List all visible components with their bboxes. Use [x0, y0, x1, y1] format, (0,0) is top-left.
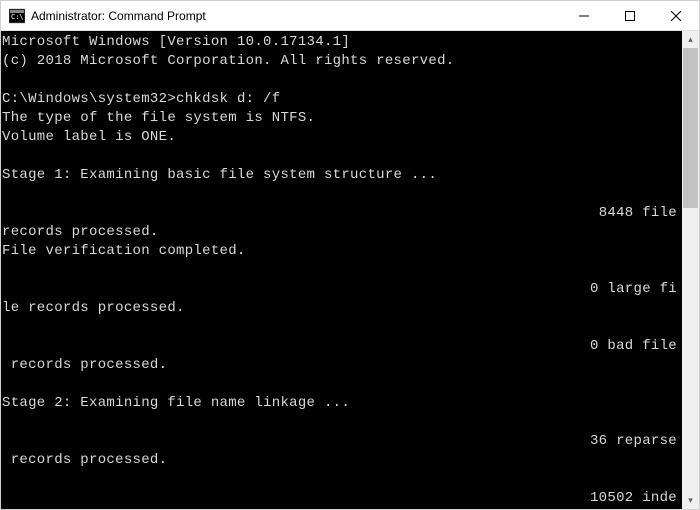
file-count: 8448 file	[599, 205, 677, 221]
banner-line-2: (c) 2018 Microsoft Corporation. All righ…	[2, 53, 454, 69]
bad-file-count: 0 bad file	[590, 338, 677, 354]
banner-line-1: Microsoft Windows [Version 10.0.17134.1]	[2, 34, 350, 50]
command-text: chkdsk d: /f	[176, 91, 280, 107]
console-area: Microsoft Windows [Version 10.0.17134.1]…	[1, 31, 699, 509]
console-output[interactable]: Microsoft Windows [Version 10.0.17134.1]…	[1, 31, 682, 509]
index-count: 10502 inde	[590, 490, 677, 506]
reparse-count: 36 reparse	[590, 433, 677, 449]
svg-text:C:\: C:\	[11, 13, 24, 21]
titlebar: C:\ Administrator: Command Prompt	[1, 1, 699, 31]
records-processed-1: records processed.	[2, 224, 159, 240]
fs-type-line: The type of the file system is NTFS.	[2, 110, 315, 126]
app-icon: C:\	[9, 8, 25, 24]
close-button[interactable]	[653, 1, 699, 31]
large-records-line: le records processed.	[2, 300, 185, 316]
scroll-down-arrow-icon[interactable]: ▾	[682, 492, 699, 509]
scroll-track[interactable]	[682, 48, 699, 492]
large-file-count: 0 large fi	[590, 281, 677, 297]
maximize-button[interactable]	[607, 1, 653, 31]
file-verification-line: File verification completed.	[2, 243, 246, 259]
prompt-text: C:\Windows\system32>	[2, 91, 176, 107]
records-processed-3: records processed.	[2, 452, 167, 468]
stage1-line: Stage 1: Examining basic file system str…	[2, 167, 437, 183]
vertical-scrollbar[interactable]: ▴ ▾	[682, 31, 699, 509]
window-controls	[561, 1, 699, 30]
records-processed-2: records processed.	[2, 357, 167, 373]
stage2-line: Stage 2: Examining file name linkage ...	[2, 395, 350, 411]
minimize-button[interactable]	[561, 1, 607, 31]
volume-label-line: Volume label is ONE.	[2, 129, 176, 145]
scroll-thumb[interactable]	[683, 48, 698, 208]
scroll-up-arrow-icon[interactable]: ▴	[682, 31, 699, 48]
window-title: Administrator: Command Prompt	[31, 9, 561, 23]
